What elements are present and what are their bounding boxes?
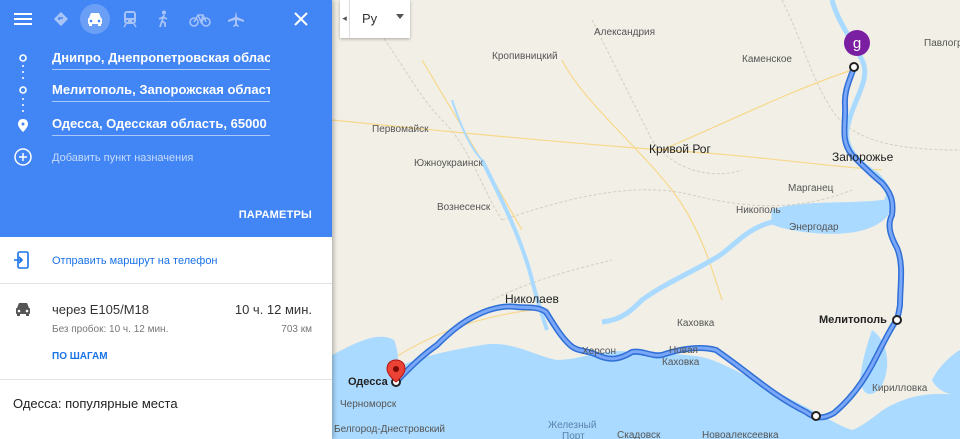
city-zhelezny-port-2: Порт <box>562 431 585 439</box>
send-to-phone-link[interactable]: Отправить маршрут на телефон <box>52 255 218 267</box>
city-odessa: Одесса <box>348 376 388 388</box>
city-yuzhnoukrainsk: Южноукраинск <box>414 158 483 169</box>
waypoint-marker-dnipro <box>849 62 859 72</box>
svg-text:g: g <box>853 35 861 52</box>
language-switcher[interactable]: ◂ Ру <box>340 0 410 38</box>
origin-badge: g <box>844 30 870 56</box>
waypoint-input-1[interactable]: Днипро, Днепропетровская область, <box>52 48 270 70</box>
city-pavlograd: Павлогра <box>924 38 960 49</box>
language-label: Ру <box>362 11 378 26</box>
directions-panel: Днипро, Днепропетровская область, Мелито… <box>0 0 332 439</box>
route-duration: 10 ч. 12 мин. <box>234 302 312 317</box>
add-destination-icon[interactable] <box>14 148 32 171</box>
city-krivoy-rog: Кривой Рог <box>649 142 711 156</box>
city-novaya-kakhovka-2: Каховка <box>662 357 700 368</box>
step-by-step-link[interactable]: ПО ШАГАМ <box>52 351 108 362</box>
city-belgorod: Белгород-Днестровский <box>334 424 445 435</box>
waypoint-input-2[interactable]: Мелитополь, Запорожская область, 7 <box>52 80 270 102</box>
map-canvas[interactable]: g Александрия Павлогра Каменское Кропивн… <box>331 0 960 439</box>
options-button[interactable]: ПАРАМЕТРЫ <box>239 209 312 221</box>
route-option[interactable]: через E105/M18 10 ч. 12 мин. Без пробок:… <box>0 284 332 380</box>
city-kirillovka: Кирилловка <box>872 383 928 394</box>
city-pervomaysk: Первомайск <box>372 124 429 135</box>
route-no-traffic: Без пробок: 10 ч. 12 мин. <box>52 324 169 335</box>
city-kherson: Херсон <box>582 346 616 357</box>
add-destination-link[interactable]: Добавить пункт назначения <box>52 152 193 164</box>
car-icon <box>14 301 32 322</box>
city-marganets: Марганец <box>788 183 834 194</box>
transit-icon[interactable] <box>115 4 145 34</box>
destination-input[interactable]: Одесса, Одесская область, 65000 <box>52 114 270 136</box>
city-voznesensk: Вознесенск <box>437 202 491 213</box>
walk-icon[interactable] <box>148 4 178 34</box>
route-via: через E105/M18 <box>52 302 150 317</box>
car-icon[interactable] <box>80 4 110 34</box>
waypoint-marker-melitopol <box>892 315 902 325</box>
route-distance: 703 км <box>281 324 312 335</box>
city-nikopol: Никополь <box>736 205 781 216</box>
city-zhelezny-port-1: Железный <box>548 420 597 431</box>
send-to-phone-icon <box>14 251 30 274</box>
city-melitopol: Мелитополь <box>819 314 887 326</box>
city-zaporozhye: Запорожье <box>832 150 894 164</box>
city-chernomorsk: Черноморск <box>340 399 397 410</box>
directions-header: Днипро, Днепропетровская область, Мелито… <box>0 0 332 237</box>
city-skadovsk: Скадовск <box>617 430 661 439</box>
city-alexandria: Александрия <box>594 27 656 38</box>
best-mode-icon[interactable] <box>46 4 76 34</box>
city-kamenskoe: Каменское <box>742 54 792 65</box>
map-svg: g <box>331 0 960 439</box>
city-nikolaev: Николаев <box>505 292 559 306</box>
send-to-phone-row[interactable]: Отправить маршрут на телефон <box>0 237 332 284</box>
collapse-panel-button[interactable]: ◂ <box>340 0 350 38</box>
city-novaya-kakhovka-1: Новая <box>669 345 698 356</box>
city-kropivnitsky: Кропивницкий <box>492 51 558 62</box>
city-energodar: Энергодар <box>789 222 839 233</box>
city-kakhovka: Каховка <box>677 318 715 329</box>
popular-places-heading[interactable]: Одесса: популярные места <box>13 396 178 411</box>
city-novoalekseevka: Новоалексеевка <box>702 430 779 439</box>
chevron-down-icon[interactable] <box>396 14 404 19</box>
close-icon[interactable] <box>286 4 316 34</box>
bike-icon[interactable] <box>185 4 215 34</box>
flight-icon[interactable] <box>221 4 251 34</box>
via-marker <box>811 411 821 421</box>
travel-mode-bar <box>0 4 332 34</box>
